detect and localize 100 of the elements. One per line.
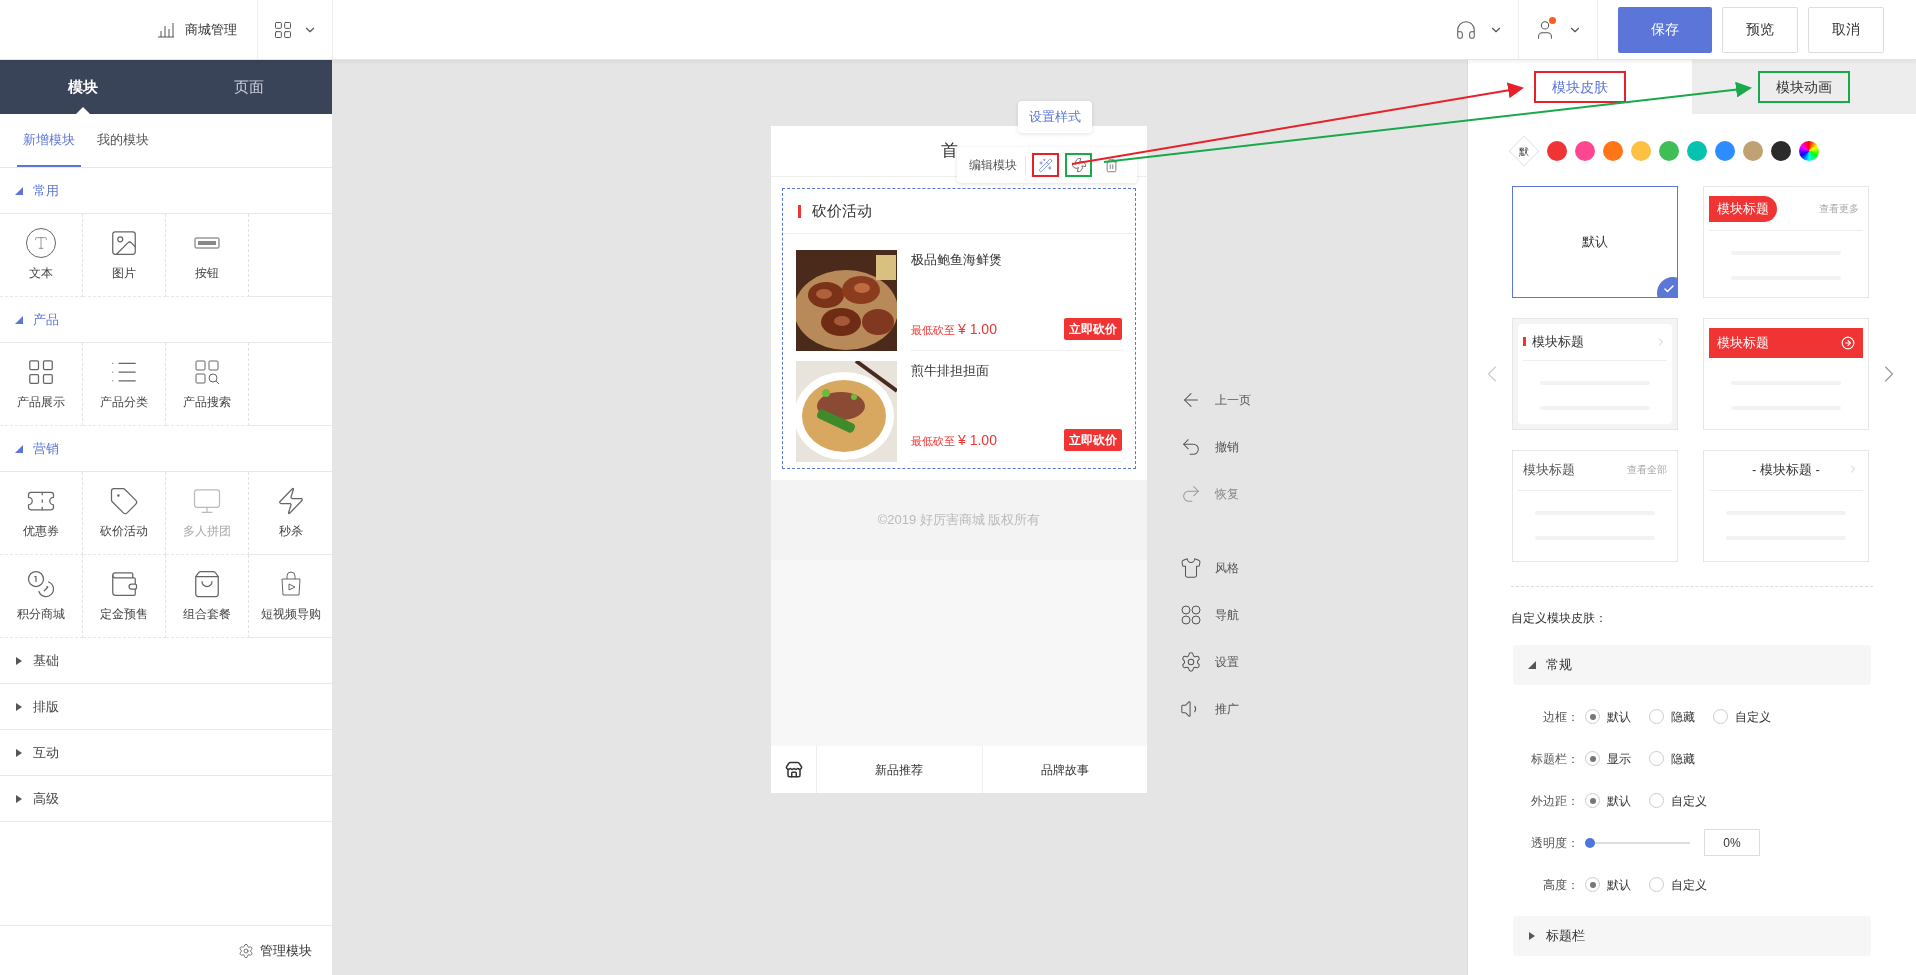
skin-tab[interactable]: 模块皮肤 <box>1534 71 1626 103</box>
edit-module-label: 编辑模块 <box>969 156 1026 174</box>
section-header[interactable]: 常用 <box>0 168 332 214</box>
title-accent <box>798 204 801 218</box>
color-swatch[interactable] <box>1771 141 1791 161</box>
side-tool[interactable]: 撤销 <box>1180 436 1251 458</box>
panel-tab[interactable]: 页面 <box>166 60 332 114</box>
module-item[interactable]: 优惠券 <box>0 472 83 555</box>
skin-more-link: 查看更多 <box>1819 202 1860 217</box>
section-header[interactable]: 互动 <box>0 730 332 776</box>
skin-card[interactable]: 模块标题 查看更多 <box>1703 186 1869 298</box>
grid-icon <box>26 357 56 387</box>
product-name: 极品鲍鱼海鲜煲 <box>911 251 1003 269</box>
skin-card[interactable]: 模块标题 查看全部 <box>1512 450 1678 562</box>
undo-icon <box>1180 436 1202 458</box>
manage-modules-button[interactable]: 管理模块 <box>238 940 312 961</box>
module-item[interactable]: 定金预售 <box>83 555 166 638</box>
module-item[interactable]: 图片 <box>83 214 166 297</box>
toolbar-button[interactable]: 取消 <box>1808 6 1884 53</box>
section-header[interactable]: 产品 <box>0 297 332 343</box>
default-color-option[interactable]: 默 <box>1508 135 1540 167</box>
color-swatch[interactable] <box>1743 141 1763 161</box>
skin-tab[interactable]: 模块动画 <box>1758 71 1850 103</box>
magic-wand-icon <box>1038 157 1053 173</box>
bargain-button[interactable]: 立即砍价 <box>1064 429 1122 451</box>
accordion-header[interactable]: 标题栏 <box>1513 916 1871 956</box>
radio-option[interactable]: 自定义 <box>1713 707 1777 726</box>
module-item[interactable]: 短视频导购 <box>249 555 332 638</box>
save-button[interactable]: 保存 <box>1618 6 1712 53</box>
caret-right-icon <box>15 794 23 803</box>
radio-option[interactable]: 隐藏 <box>1649 749 1713 768</box>
module-item[interactable]: 文本 <box>0 214 83 297</box>
skin-title: 模块标题 <box>1717 334 1769 353</box>
image-icon <box>109 228 139 258</box>
subtab[interactable]: 新增模块 <box>17 114 81 167</box>
module-item[interactable]: 砍价活动 <box>83 472 166 555</box>
module-item[interactable]: 组合套餐 <box>166 555 249 638</box>
side-tool[interactable]: 风格 <box>1180 557 1251 579</box>
color-swatch[interactable] <box>1547 141 1567 161</box>
color-swatch[interactable] <box>1603 141 1623 161</box>
color-swatch[interactable] <box>1687 141 1707 161</box>
shirt-icon <box>1180 557 1202 579</box>
section-header[interactable]: 高级 <box>0 776 332 822</box>
panel-tab[interactable]: 模块 <box>0 60 166 114</box>
color-swatch[interactable] <box>1659 141 1679 161</box>
radio-option[interactable]: 默认 <box>1585 875 1649 894</box>
caret-down-icon <box>1528 661 1536 669</box>
search-icon <box>192 357 222 387</box>
color-swatch[interactable] <box>1575 141 1595 161</box>
module-item[interactable]: 积分商城 <box>0 555 83 638</box>
module-item[interactable]: 产品搜索 <box>166 343 249 426</box>
toolbar-button[interactable]: 预览 <box>1722 6 1798 53</box>
color-swatch[interactable] <box>1715 141 1735 161</box>
section-header[interactable]: 排版 <box>0 684 332 730</box>
accordion-header[interactable]: 常规 <box>1513 645 1871 685</box>
store-icon <box>784 760 803 779</box>
arrow-circle-icon <box>1841 336 1855 350</box>
skin-title: 模块标题 <box>1709 196 1777 222</box>
skin-card[interactable]: 默认 <box>1512 186 1678 298</box>
skin-card[interactable]: - 模块标题 - <box>1703 450 1869 562</box>
skin-label: 默认 <box>1582 233 1608 252</box>
redo-icon <box>1180 483 1202 505</box>
module-item[interactable]: 按钮 <box>166 214 249 297</box>
bargain-button[interactable]: 立即砍价 <box>1064 318 1122 340</box>
color-wheel[interactable] <box>1799 141 1819 161</box>
radio-option[interactable]: 自定义 <box>1649 875 1713 894</box>
toolbar-icon-button[interactable] <box>1065 153 1092 177</box>
side-tool[interactable]: 推广 <box>1180 698 1251 720</box>
side-tool[interactable]: 导航 <box>1180 604 1251 626</box>
slider-thumb[interactable] <box>1585 837 1595 848</box>
skin-more-link: 查看全部 <box>1627 463 1667 478</box>
radio-option[interactable]: 默认 <box>1585 707 1649 726</box>
nav-tab[interactable]: 品牌故事 <box>982 746 1147 793</box>
subtab[interactable]: 我的模块 <box>91 114 155 167</box>
nav-tab[interactable]: 新品推荐 <box>817 746 983 793</box>
toolbar-icon-button[interactable] <box>1032 153 1059 177</box>
color-swatch[interactable] <box>1631 141 1651 161</box>
side-tool[interactable]: 设置 <box>1180 651 1251 673</box>
side-tool[interactable]: 上一页 <box>1180 389 1251 411</box>
opacity-field[interactable]: 0% <box>1704 829 1760 856</box>
section-header[interactable]: 基础 <box>0 638 332 684</box>
slider[interactable] <box>1585 837 1690 848</box>
skin-card[interactable]: 模块标题 <box>1512 318 1678 430</box>
module-item[interactable]: 产品分类 <box>83 343 166 426</box>
grid-icon <box>273 19 293 40</box>
module-item[interactable]: 秒杀 <box>249 472 332 555</box>
bag-icon <box>192 569 222 599</box>
radio-option[interactable]: 自定义 <box>1649 791 1713 810</box>
skin-title: - 模块标题 - <box>1752 461 1820 479</box>
radio-option[interactable]: 隐藏 <box>1649 707 1713 726</box>
skin-card[interactable]: 模块标题 <box>1703 318 1869 430</box>
section-header[interactable]: 营销 <box>0 426 332 472</box>
page-title: 首 <box>941 140 958 163</box>
radio-option[interactable]: 显示 <box>1585 749 1649 768</box>
shop-management-link[interactable]: 商城管理 <box>137 0 258 59</box>
settings-icon <box>238 942 254 959</box>
module-item[interactable]: 产品展示 <box>0 343 83 426</box>
radio-option[interactable]: 默认 <box>1585 791 1649 810</box>
tooltip: 设置样式 <box>1018 101 1092 133</box>
check-icon <box>1663 283 1675 295</box>
